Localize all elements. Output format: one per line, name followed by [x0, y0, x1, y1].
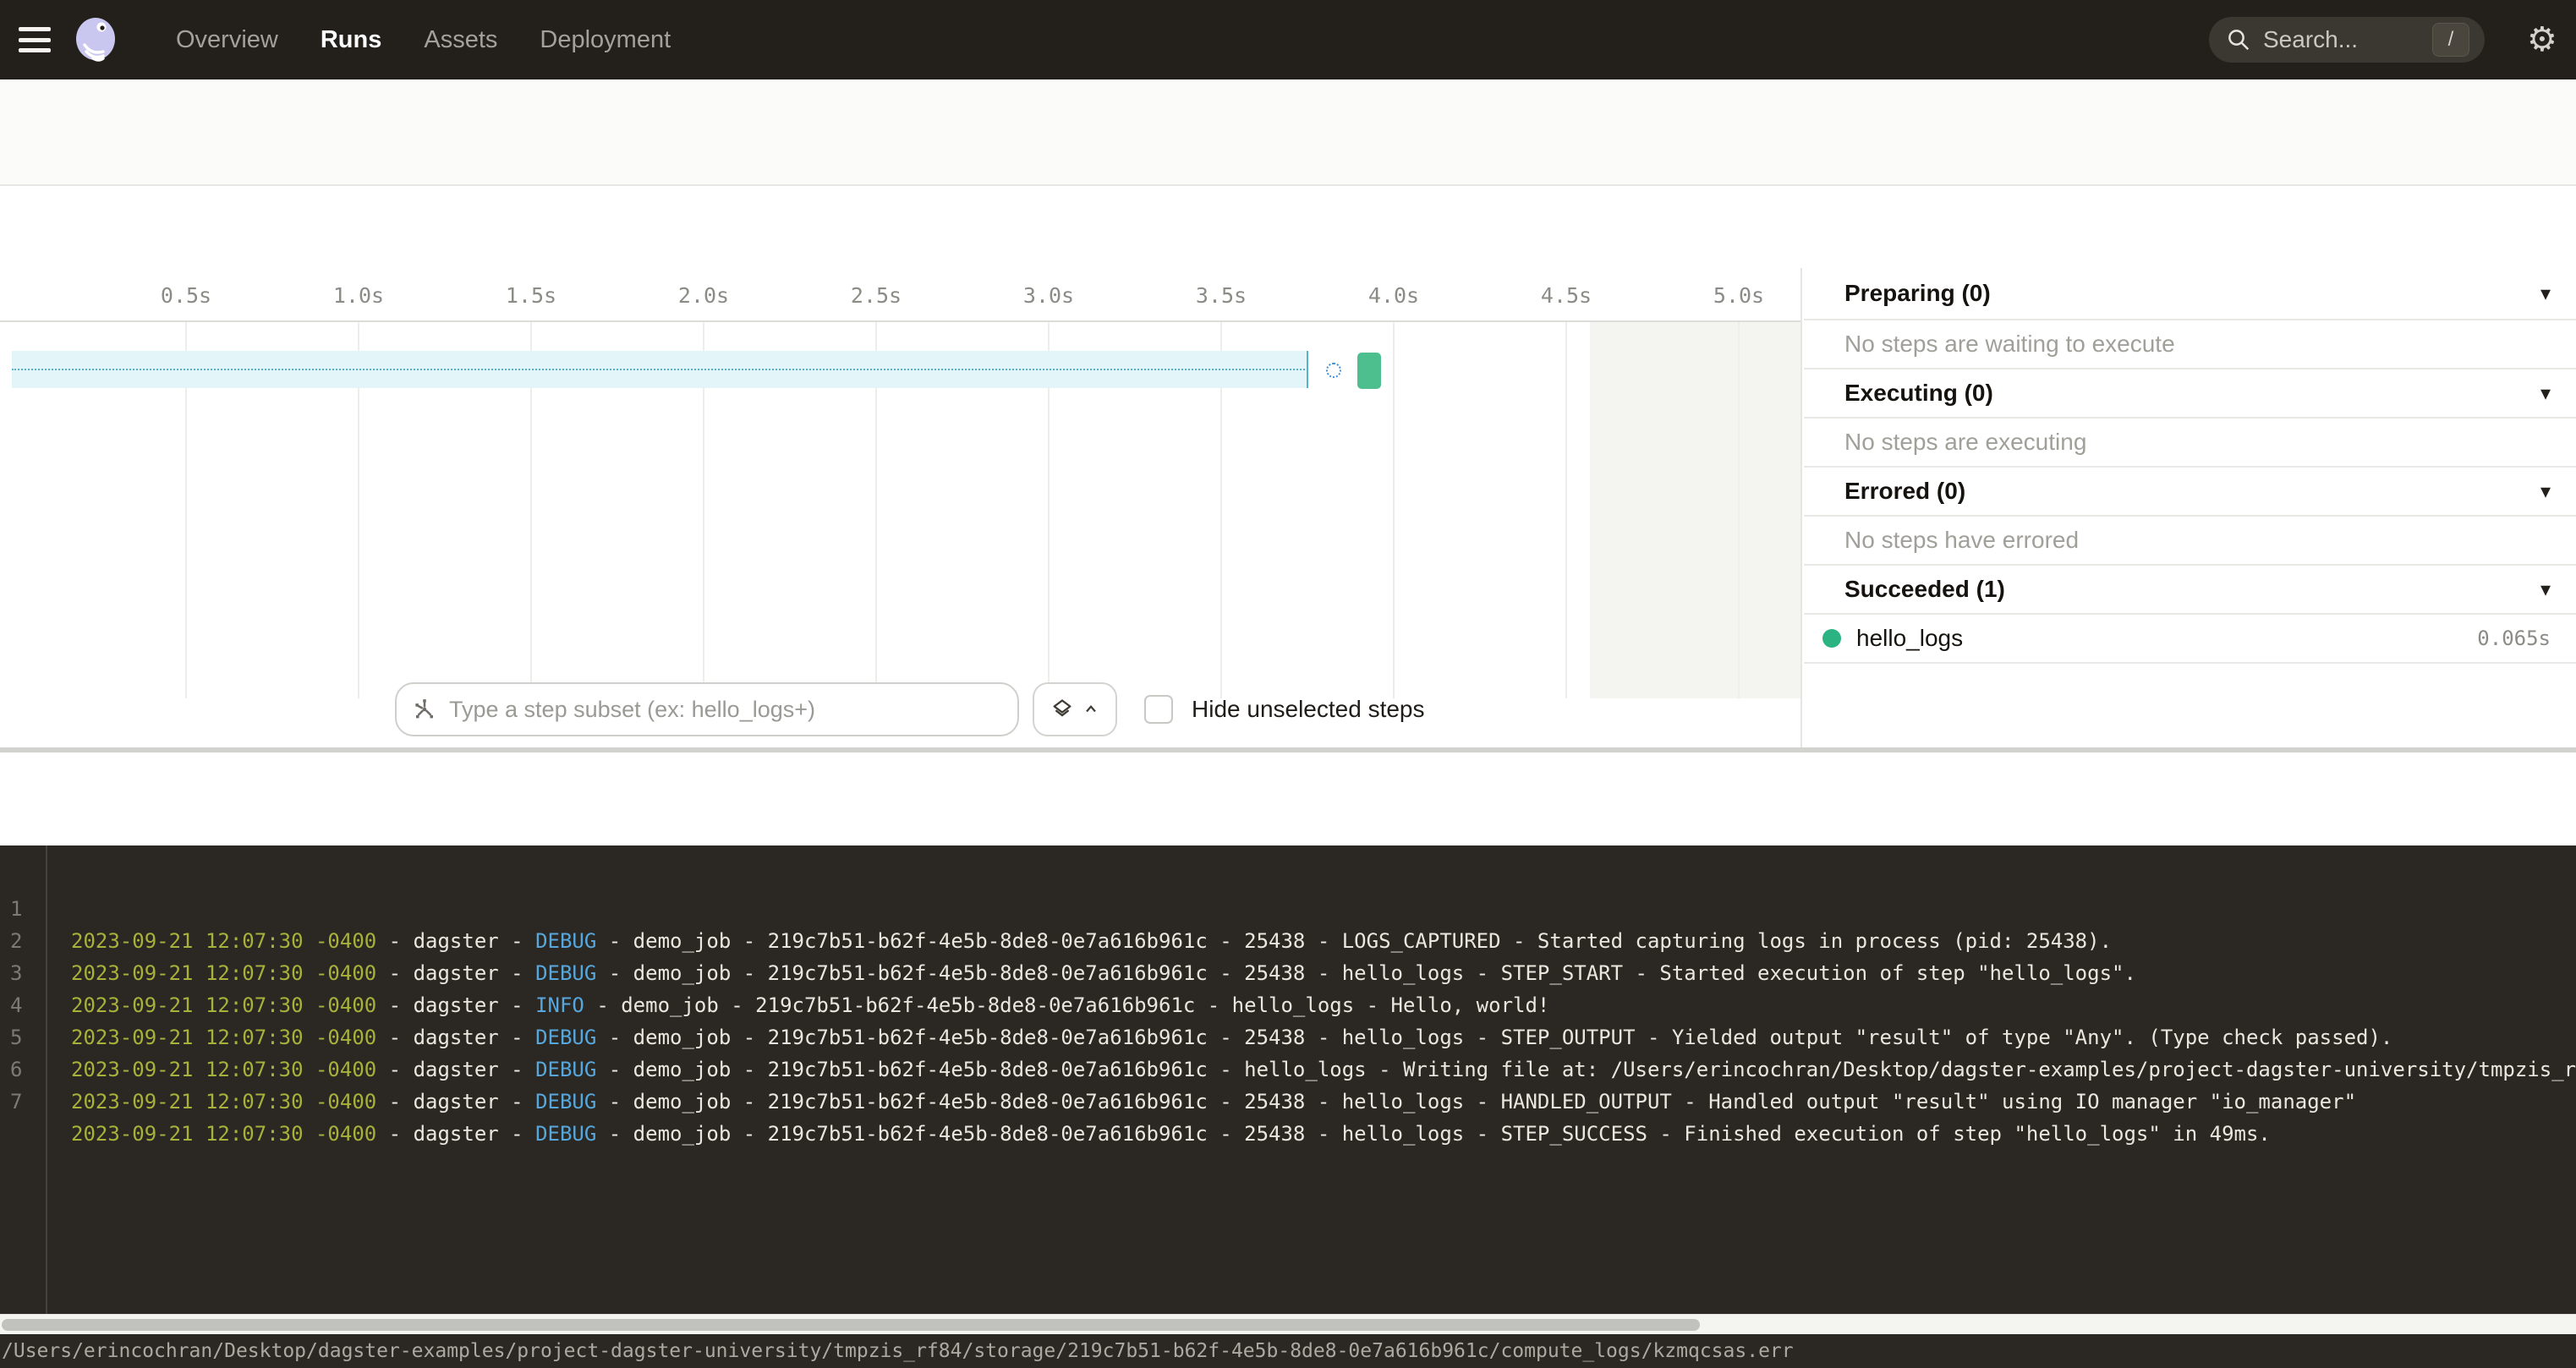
search-shortcut-key: /	[2432, 23, 2469, 57]
log-horizontal-scrollbar[interactable]	[0, 1314, 2576, 1334]
axis-tick: 4.5s	[1528, 283, 1604, 308]
dagster-run-page: Overview Runs Assets Deployment / ⚙ 219c…	[0, 0, 2576, 1368]
errored-empty-row: No steps have errored	[1804, 517, 2576, 566]
layers-icon	[1050, 698, 1074, 721]
step-waiting-band	[12, 351, 1308, 388]
section-title: Errored (0)	[1844, 478, 1965, 505]
step-subset-input-wrap	[395, 682, 1019, 736]
global-search[interactable]: /	[2209, 17, 2485, 63]
search-icon	[2226, 27, 2251, 52]
axis-tick: 3.5s	[1183, 283, 1259, 308]
gear-icon[interactable]: ⚙	[2527, 20, 2557, 59]
step-duration: 0.065s	[2477, 627, 2551, 650]
axis-tick: 3.0s	[1011, 283, 1087, 308]
log-line: 6 2023-09-21 12:07:30 -0400 - dagster - …	[0, 1021, 2576, 1053]
axis-tick: 5.0s	[1701, 283, 1777, 308]
dagster-logo[interactable]	[73, 16, 120, 63]
axis-tick: 2.0s	[666, 283, 742, 308]
gantt-chart: 0.5s 1.0s 1.5s 2.0s 2.5s 3.0s 3.5s 4.0s …	[0, 268, 1800, 747]
log-path-statusbar: /Users/erincochran/Desktop/dagster-examp…	[0, 1334, 2576, 1368]
log-toolbar: stdout stderr	[0, 752, 2576, 845]
log-file-path: /Users/erincochran/Desktop/dagster-examp…	[2, 1340, 1794, 1362]
log-output: 1 2023-09-21 12:07:30 -0400 - dagster - …	[0, 845, 2576, 1314]
hide-unselected-label: Hide unselected steps	[1192, 696, 1425, 723]
axis-tick: 1.0s	[321, 283, 397, 308]
log-line: 3 2023-09-21 12:07:30 -0400 - dagster - …	[0, 925, 2576, 957]
section-title: Executing (0)	[1844, 380, 1993, 407]
axis-tick: 4.0s	[1356, 283, 1432, 308]
nav-item-assets[interactable]: Assets	[424, 26, 497, 54]
axis-tick: 2.5s	[838, 283, 914, 308]
nav-item-runs[interactable]: Runs	[321, 26, 382, 54]
log-line: 7 2023-09-21 12:07:30 -0400 - dagster - …	[0, 1053, 2576, 1086]
step-subset-row: Hide unselected steps	[395, 682, 1425, 736]
nav-item-overview[interactable]: Overview	[176, 26, 278, 54]
section-errored[interactable]: Errored (0) ▾	[1804, 468, 2576, 517]
caret-down-icon: ▾	[2540, 381, 2551, 405]
succeeded-step-row[interactable]: hello_logs 0.065s	[1804, 615, 2576, 664]
nav-items: Overview Runs Assets Deployment	[176, 26, 671, 54]
hide-unselected-checkbox[interactable]	[1144, 695, 1173, 724]
step-subset-input[interactable]	[449, 697, 990, 723]
step-success-dot-icon	[1822, 629, 1841, 648]
gantt-step-bar-hello-logs[interactable]	[1357, 353, 1381, 389]
section-title: Succeeded (1)	[1844, 576, 2005, 603]
step-status-panel: Preparing (0) ▾ No steps are waiting to e…	[1800, 268, 2576, 747]
log-line: 4 2023-09-21 12:07:30 -0400 - dagster - …	[0, 957, 2576, 989]
run-header: 219c7b51 Success Run of demo_job @ 4f105…	[0, 79, 2576, 186]
axis-tick: 0.5s	[148, 283, 224, 308]
axis-tick: 1.5s	[493, 283, 569, 308]
log-line: 5 2023-09-21 12:07:30 -0400 - dagster - …	[0, 989, 2576, 1021]
section-title: Preparing (0)	[1844, 280, 1991, 307]
log-line: 2 2023-09-21 12:07:30 -0400 - dagster - …	[0, 893, 2576, 925]
graph-query-options-button[interactable]	[1033, 682, 1117, 736]
gantt-grid	[0, 322, 1800, 698]
hide-unselected-row: Hide unselected steps	[1144, 695, 1425, 724]
section-preparing[interactable]: Preparing (0) ▾	[1804, 268, 2576, 320]
caret-up-icon	[1082, 701, 1099, 718]
caret-down-icon: ▾	[2540, 577, 2551, 601]
caret-down-icon: ▾	[2540, 479, 2551, 503]
after-run-end-region	[1590, 322, 1800, 698]
caret-down-icon: ▾	[2540, 282, 2551, 305]
dependency-dotted-line	[12, 369, 1308, 370]
search-input[interactable]	[2263, 26, 2424, 53]
top-nav: Overview Runs Assets Deployment / ⚙	[0, 0, 2576, 79]
section-succeeded[interactable]: Succeeded (1) ▾	[1804, 566, 2576, 615]
preparing-empty-row: No steps are waiting to execute	[1804, 320, 2576, 369]
nav-item-deployment[interactable]: Deployment	[540, 26, 671, 54]
hamburger-menu-icon[interactable]	[19, 27, 51, 52]
section-executing[interactable]: Executing (0) ▾	[1804, 369, 2576, 419]
scrollbar-thumb[interactable]	[2, 1319, 1700, 1331]
step-name: hello_logs	[1856, 625, 1963, 652]
op-selector-icon	[412, 697, 437, 722]
executing-empty-row: No steps are executing	[1804, 419, 2576, 468]
gantt-toolbar: Hide not started steps	[0, 186, 2576, 268]
log-line: 1 2023-09-21 12:07:30 -0400 - dagster - …	[0, 861, 2576, 893]
step-marker-circle	[1326, 363, 1341, 378]
band-end-cap	[1307, 351, 1308, 388]
